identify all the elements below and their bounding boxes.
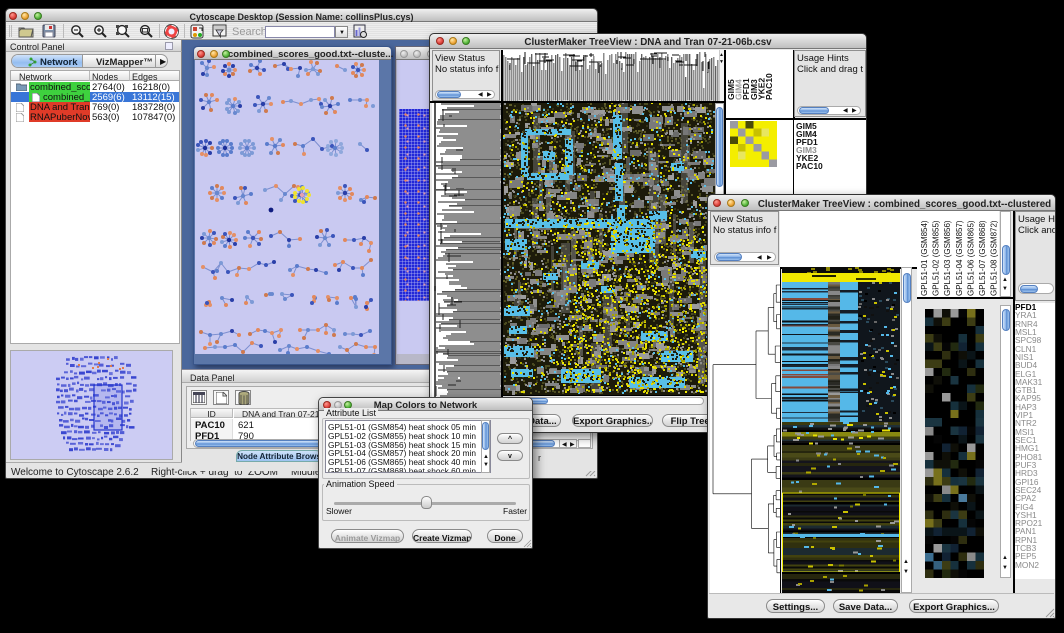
svg-text:GPL51-03 (GSM856): GPL51-03 (GSM856) — [943, 220, 952, 296]
svg-text:GPL51-08 (GSM872): GPL51-08 (GSM872) — [990, 220, 999, 296]
svg-text:GPL51-04 (GSM857): GPL51-04 (GSM857) — [955, 220, 964, 296]
svg-text:PAC10: PAC10 — [764, 73, 774, 100]
svg-text:GPL51-07 (GSM868): GPL51-07 (GSM868) — [978, 220, 987, 296]
svg-text:GPL51-01 (GSM854): GPL51-01 (GSM854) — [920, 220, 929, 296]
svg-text:GPL51-02 (GSM855): GPL51-02 (GSM855) — [932, 220, 941, 296]
svg-text:GPL51-06 (GSM865): GPL51-06 (GSM865) — [966, 220, 975, 296]
